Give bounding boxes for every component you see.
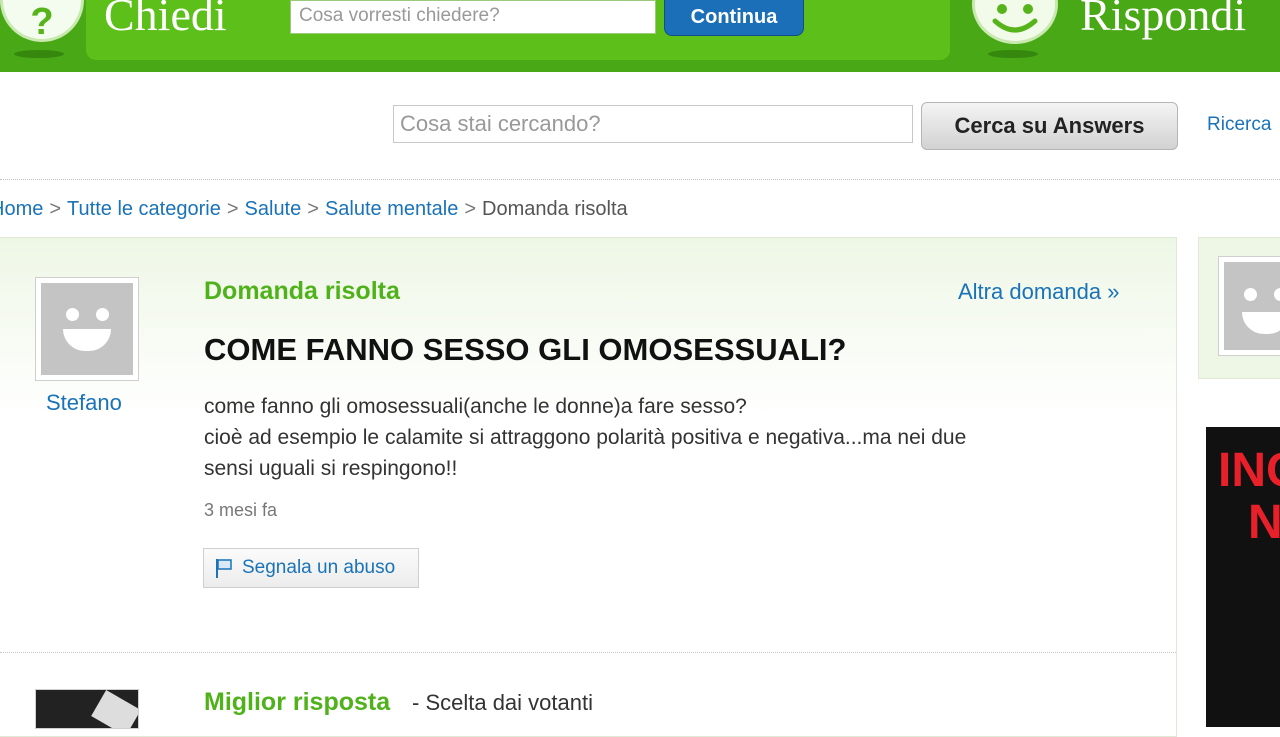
- best-answer-subtitle: - Scelta dai votanti: [412, 690, 593, 715]
- top-banner: ? Chiedi Cosa vorresti chiedere? Continu…: [0, 0, 1280, 72]
- breadcrumb-separator: >: [307, 198, 319, 220]
- answer-brand-title[interactable]: Rispondi: [1080, 0, 1246, 41]
- advanced-search-link[interactable]: Ricerca: [1207, 114, 1271, 136]
- other-question-link[interactable]: Altra domanda »: [958, 279, 1119, 305]
- header-divider: [0, 179, 1280, 180]
- avatar[interactable]: [35, 277, 139, 381]
- answer-divider: [0, 652, 1176, 653]
- question-body-line: come fanno gli omosessuali(anche le donn…: [204, 395, 747, 418]
- report-abuse-button[interactable]: Segnala un abuso: [203, 548, 419, 588]
- ask-brand-title[interactable]: Chiedi: [104, 0, 227, 41]
- breadcrumb-mental-health[interactable]: Salute mentale: [325, 198, 458, 220]
- search-answers-button[interactable]: Cerca su Answers: [921, 102, 1178, 150]
- ad-line: INC: [1218, 444, 1280, 497]
- best-answer-label: Miglior risposta: [204, 688, 391, 716]
- question-status: Domanda risolta: [204, 277, 400, 305]
- report-abuse-label: Segnala un abuso: [242, 557, 396, 578]
- ask-question-input[interactable]: Cosa vorresti chiedere?: [290, 0, 656, 34]
- asker-name-link[interactable]: Stefano: [46, 390, 122, 416]
- question-body-line: sensi uguali si respingono!!: [204, 457, 458, 480]
- smiley-icon: [972, 0, 1058, 44]
- breadcrumb-health[interactable]: Salute: [245, 198, 302, 220]
- breadcrumb-current: Domanda risolta: [482, 198, 628, 220]
- ad-text: INC NE: [1218, 445, 1280, 549]
- question-mark-icon: ?: [0, 0, 84, 43]
- search-input[interactable]: Cosa stai cercando?: [393, 105, 913, 143]
- breadcrumb-home[interactable]: Home: [0, 198, 43, 220]
- breadcrumb-all-categories[interactable]: Tutte le categorie: [67, 198, 221, 220]
- icon-shadow: [988, 50, 1038, 58]
- avatar[interactable]: [1218, 256, 1280, 356]
- breadcrumb-separator: >: [464, 198, 477, 220]
- answerer-avatar[interactable]: [35, 689, 139, 729]
- default-avatar-icon: [1224, 262, 1280, 350]
- flag-icon: [216, 559, 232, 578]
- continue-button[interactable]: Continua: [664, 0, 804, 36]
- advertisement-banner[interactable]: INC NE: [1206, 427, 1280, 727]
- breadcrumb: Home>Tutte le categorie>Salute>Salute me…: [0, 198, 628, 221]
- breadcrumb-separator: >: [226, 198, 239, 220]
- question-card: [0, 237, 1177, 737]
- question-timestamp: 3 mesi fa: [204, 500, 278, 520]
- icon-shadow: [14, 50, 64, 58]
- default-avatar-icon: [41, 283, 133, 375]
- question-body-line: cioè ad esempio le calamite si attraggon…: [204, 426, 967, 449]
- ad-line: NE: [1248, 496, 1280, 549]
- breadcrumb-separator: >: [49, 198, 62, 220]
- question-title: COME FANNO SESSO GLI OMOSESSUALI?: [204, 332, 847, 367]
- question-body: come fanno gli omosessuali(anche le donn…: [204, 391, 1134, 484]
